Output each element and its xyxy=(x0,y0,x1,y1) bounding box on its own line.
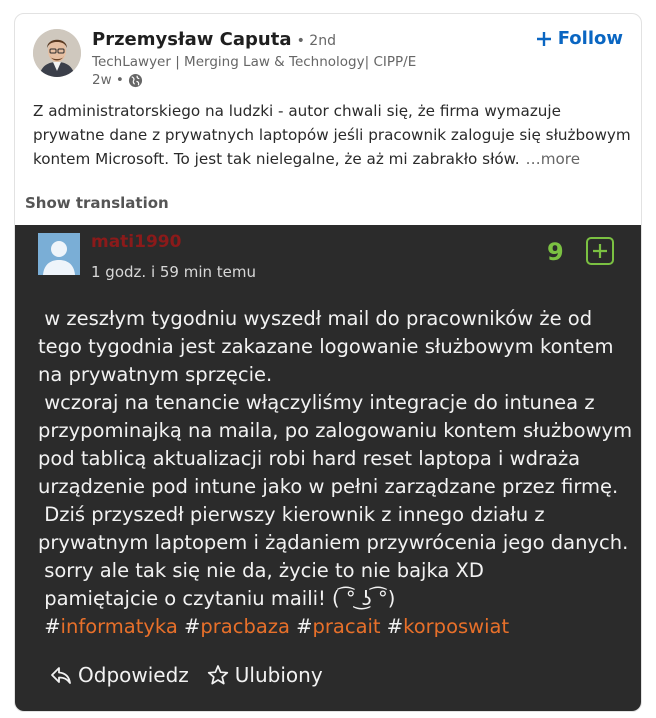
favorite-label: Ulubiony xyxy=(234,663,323,687)
comment-line: przypominajką na maila, po zalogowaniu k… xyxy=(38,419,633,442)
post-text: Z administratorskiego na ludzki - autor … xyxy=(33,99,633,171)
comment-line: pamiętajcie o czytaniu maili! ( ͡° ͜ʖ ͡°… xyxy=(38,587,396,610)
hashtag-link[interactable]: pracbaza xyxy=(200,615,290,638)
author-headline: TechLawyer | Merging Law & Technology| C… xyxy=(92,54,417,70)
shared-comment-image: mati1990 1 godz. i 59 min temu 9 w zeszł… xyxy=(15,225,641,711)
comment-line: sorry ale tak się nie da, życie to nie b… xyxy=(38,559,484,582)
comment-actions: Odpowiedz Ulubiony xyxy=(50,663,323,687)
comment-line: na prywatnym sprzęcie. xyxy=(38,363,273,386)
follow-button[interactable]: Follow xyxy=(536,28,623,49)
comment-line: wczoraj na tenancie włączyliśmy integrac… xyxy=(38,391,595,414)
reply-icon xyxy=(51,667,71,684)
comment-line: w zeszłym tygodniu wyszedł mail do praco… xyxy=(38,307,593,330)
comment-time: 1 godz. i 59 min temu xyxy=(91,263,257,281)
post-time: 2w • xyxy=(92,72,124,88)
comment-line: Dziś przyszedł pierwszy kierownik z inne… xyxy=(38,503,545,526)
author-avatar-photo xyxy=(33,29,81,77)
comment-line: tego tygodnia jest zakazane logowanie sł… xyxy=(38,335,614,358)
commenter-username[interactable]: mati1990 xyxy=(91,232,181,252)
comment-line: prywatnym laptopem i żądaniem przywrócen… xyxy=(38,531,629,554)
favorite-button[interactable]: Ulubiony xyxy=(207,663,323,687)
reply-label: Odpowiedz xyxy=(78,663,189,687)
comment-line: urządzenie pod intune jako w pełni zarzą… xyxy=(38,475,619,498)
commenter-avatar[interactable] xyxy=(38,233,80,275)
connection-degree: • 2nd xyxy=(296,33,336,49)
reply-button[interactable]: Odpowiedz xyxy=(50,663,189,687)
hashtag-link[interactable]: korposwiat xyxy=(403,615,509,638)
vote-score: 9 xyxy=(547,238,564,266)
hashtag-list: #informatyka #pracbaza #pracait #korposw… xyxy=(44,615,510,638)
post-meta: 2w • xyxy=(92,72,143,88)
follow-label: Follow xyxy=(557,28,623,49)
star-icon xyxy=(207,665,228,685)
hashtag-link[interactable]: informatyka xyxy=(61,615,178,638)
hashtag-link[interactable]: pracait xyxy=(313,615,381,638)
default-user-icon xyxy=(38,233,80,275)
see-more-link[interactable]: …more xyxy=(526,150,581,168)
author-name[interactable]: Przemysław Caputa xyxy=(92,29,292,50)
globe-icon xyxy=(128,73,142,87)
comment-body: w zeszłym tygodniu wyszedł mail do praco… xyxy=(38,305,633,641)
upvote-button[interactable] xyxy=(586,237,614,265)
show-translation-button[interactable]: Show translation xyxy=(25,194,169,212)
post-card: Przemysław Caputa • 2nd TechLawyer | Mer… xyxy=(14,13,642,712)
comment-line: pod tablicą aktualizacji robi hard reset… xyxy=(38,447,581,470)
author-avatar[interactable] xyxy=(33,29,81,77)
plus-icon xyxy=(536,31,551,46)
author-name-row: Przemysław Caputa • 2nd xyxy=(92,29,336,50)
plus-icon xyxy=(593,244,607,258)
